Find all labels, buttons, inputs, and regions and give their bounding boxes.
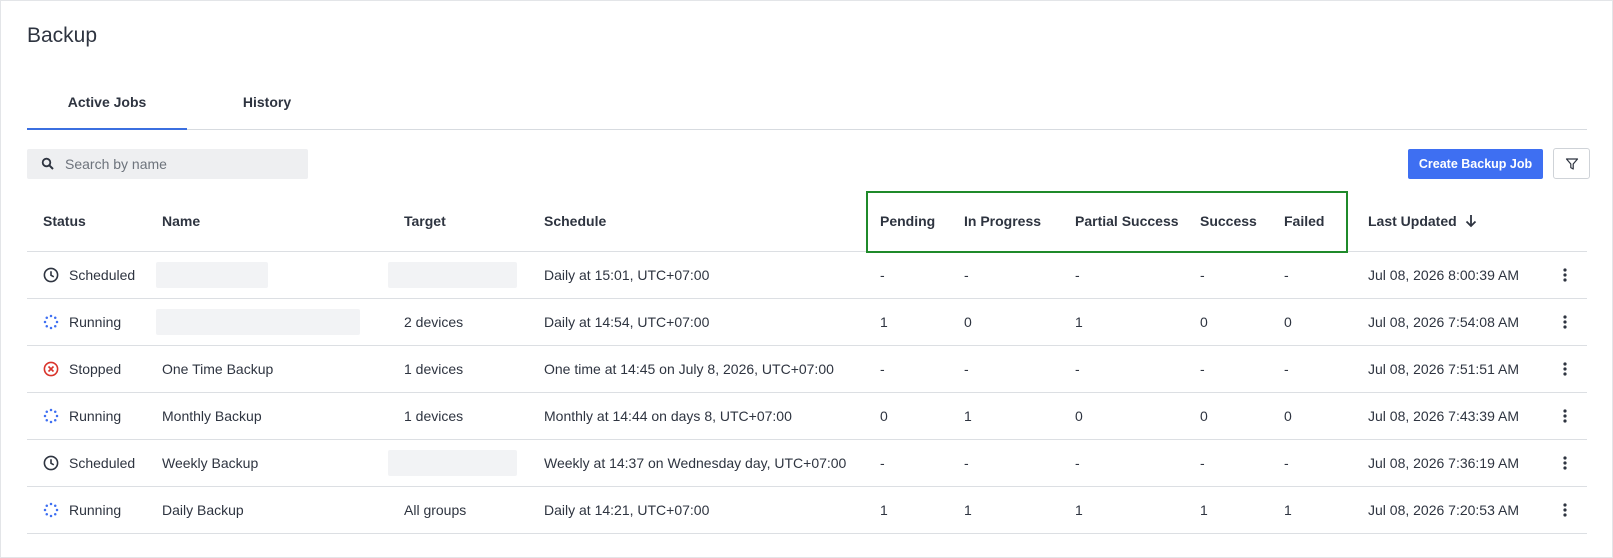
partial-success-cell: - [1075,361,1080,377]
search-icon [41,157,54,170]
row-actions-menu-icon[interactable] [1555,499,1575,521]
name-cell-redacted [156,309,360,335]
tab-bar: Active Jobs History [27,88,1587,130]
page-title: Backup [27,24,98,47]
schedule-cell: Monthly at 14:44 on days 8, UTC+07:00 [544,408,792,424]
status-cell: Scheduled [69,455,136,471]
row-actions-menu-icon[interactable] [1555,358,1575,380]
stopped-icon [43,361,59,377]
status-cell: Running [69,502,122,518]
pending-cell: - [880,455,885,471]
partial-success-cell: 1 [1075,314,1083,330]
last-updated-cell: Jul 08, 2026 8:00:39 AM [1368,267,1519,283]
status-cell: Running [69,314,122,330]
table-header: Status Name Target Schedule Pending In P… [27,191,1587,252]
in-progress-cell: - [964,455,969,471]
failed-cell: 0 [1284,408,1292,424]
schedule-cell: Daily at 15:01, UTC+07:00 [544,267,710,283]
schedule-cell: Daily at 14:21, UTC+07:00 [544,502,710,518]
failed-cell: 0 [1284,314,1292,330]
target-cell: 1 devices [404,408,464,424]
column-header-status: Status [43,213,86,229]
partial-success-cell: - [1075,455,1080,471]
name-cell: One Time Backup [162,361,274,377]
failed-cell: - [1284,267,1289,283]
pending-cell: 1 [880,502,888,518]
last-updated-cell: Jul 08, 2026 7:51:51 AM [1368,361,1519,377]
search-input[interactable] [65,156,295,172]
name-cell: Daily Backup [162,502,244,518]
failed-cell: - [1284,455,1289,471]
pending-cell: - [880,361,885,377]
filter-button[interactable] [1553,148,1590,179]
arrow-down-icon [1465,215,1476,228]
table-row[interactable]: Running Daily Backup All groups Daily at 14… [27,487,1587,534]
target-cell: 1 devices [404,361,464,377]
schedule-cell: Daily at 14:54, UTC+07:00 [544,314,710,330]
column-header-name[interactable]: Name [162,191,200,252]
name-cell: Weekly Backup [162,455,259,471]
name-cell: Monthly Backup [162,408,262,424]
success-cell: - [1200,455,1205,471]
schedule-cell: One time at 14:45 on July 8, 2026, UTC+0… [544,361,834,377]
pending-cell: - [880,267,885,283]
counts-highlight-box [866,191,1348,253]
backup-jobs-table: Status Name Target Schedule Pending In P… [27,191,1587,534]
in-progress-cell: 1 [964,408,972,424]
failed-cell: - [1284,361,1289,377]
last-updated-cell: Jul 08, 2026 7:43:39 AM [1368,408,1519,424]
target-cell-redacted [388,450,517,476]
clock-icon [43,455,59,471]
filter-icon [1565,157,1578,170]
spinner-icon [43,502,59,518]
in-progress-cell: 0 [964,314,972,330]
table-row[interactable]: Running Monthly Backup 1 devices Monthly at… [27,393,1587,440]
target-cell: 2 devices [404,314,464,330]
row-actions-menu-icon[interactable] [1555,311,1575,333]
in-progress-cell: 1 [964,502,972,518]
failed-cell: 1 [1284,502,1292,518]
target-cell-redacted [388,262,517,288]
in-progress-cell: - [964,267,969,283]
success-cell: 1 [1200,502,1208,518]
column-header-target[interactable]: Target [404,191,446,252]
column-header-schedule[interactable]: Schedule [544,191,606,252]
table-row[interactable]: Scheduled Daily at 15:01, UTC+07:00 - - - - - J… [27,252,1587,299]
name-cell-redacted [156,262,268,288]
column-header-last-updated[interactable]: Last Updated [1368,191,1477,252]
partial-success-cell: - [1075,267,1080,283]
table-row[interactable]: Running 2 devices Daily at 14:54, UTC+07:0… [27,299,1587,346]
clock-icon [43,267,59,283]
table-row[interactable]: Stopped One Time Backup 1 devices One time … [27,346,1587,393]
create-backup-job-button[interactable]: Create Backup Job [1408,149,1543,179]
success-cell: 0 [1200,314,1208,330]
last-updated-label: Last Updated [1368,213,1457,229]
pending-cell: 1 [880,314,888,330]
spinner-icon [43,314,59,330]
schedule-cell: Weekly at 14:37 on Wednesday day, UTC+07… [544,455,847,471]
status-cell: Scheduled [69,267,136,283]
last-updated-cell: Jul 08, 2026 7:54:08 AM [1368,314,1519,330]
in-progress-cell: - [964,361,969,377]
success-cell: 0 [1200,408,1208,424]
status-cell: Stopped [69,361,122,377]
row-actions-menu-icon[interactable] [1555,405,1575,427]
last-updated-cell: Jul 08, 2026 7:36:19 AM [1368,455,1519,471]
row-actions-menu-icon[interactable] [1555,264,1575,286]
table-row[interactable]: Scheduled Weekly Backup Weekly at 14:37 on… [27,440,1587,487]
search-box[interactable] [27,149,308,179]
pending-cell: 0 [880,408,888,424]
status-cell: Running [69,408,122,424]
target-cell: All groups [404,502,467,518]
tab-active-jobs[interactable]: Active Jobs [27,88,187,130]
partial-success-cell: 0 [1075,408,1083,424]
partial-success-cell: 1 [1075,502,1083,518]
spinner-icon [43,408,59,424]
row-actions-menu-icon[interactable] [1555,452,1575,474]
last-updated-cell: Jul 08, 2026 7:20:53 AM [1368,502,1519,518]
success-cell: - [1200,361,1205,377]
table-body: Scheduled Daily at 15:01, UTC+07:00 - - - - - J… [27,252,1587,534]
success-cell: - [1200,267,1205,283]
tab-history[interactable]: History [187,88,347,130]
